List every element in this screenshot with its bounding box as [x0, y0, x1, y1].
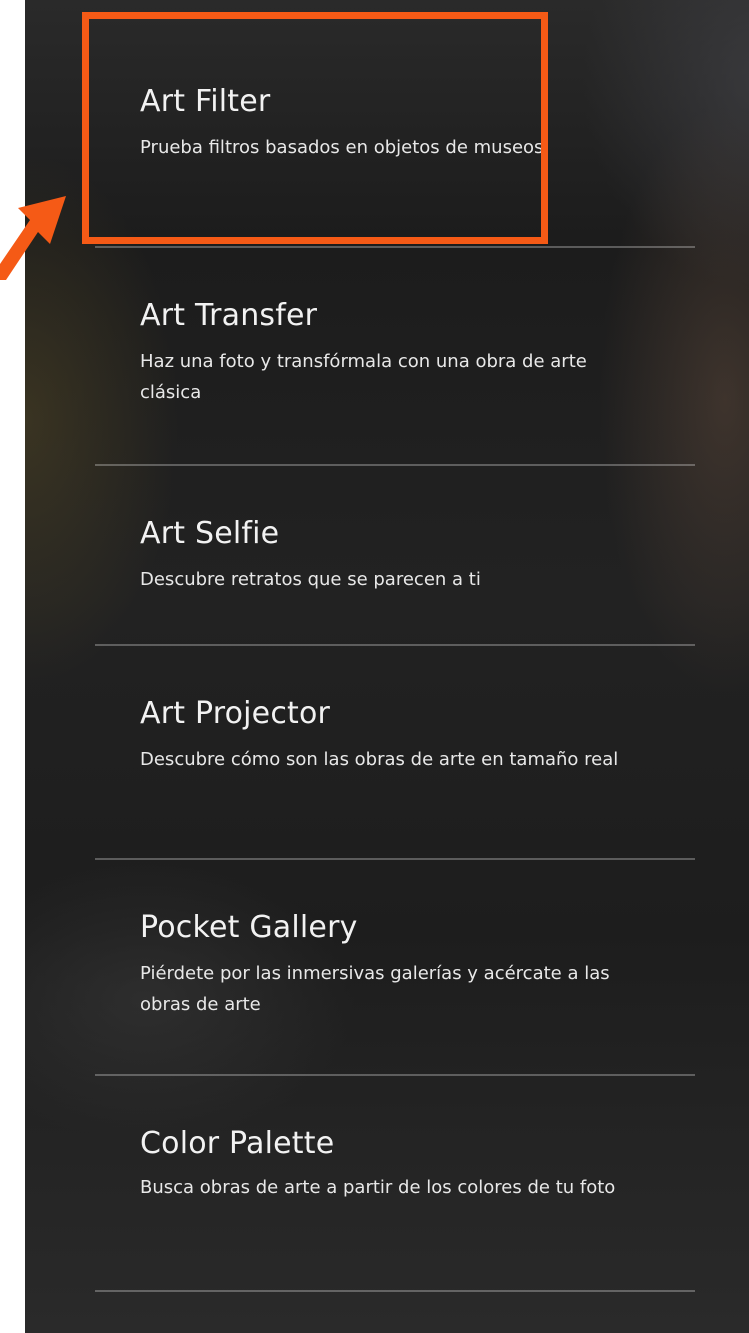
- menu-item-title: Art Filter: [140, 84, 271, 119]
- menu-item-description: Piérdete por las inmersivas galerías y a…: [140, 963, 610, 1015]
- menu-item-title: Color Palette: [140, 1126, 335, 1161]
- menu-item-pocket-gallery[interactable]: Pocket Gallery Piérdete por las inmersiv…: [95, 860, 695, 1076]
- menu-item-title: Art Transfer: [140, 298, 318, 333]
- menu-item-title: Art Selfie: [140, 516, 280, 551]
- app-screen: Art Filter Prueba filtros basados en obj…: [25, 0, 749, 1333]
- menu-item-description: Prueba filtros basados en objetos de mus…: [140, 137, 544, 158]
- menu-item-description: Descubre cómo son las obras de arte en t…: [140, 749, 619, 770]
- menu-item-title: Pocket Gallery: [140, 910, 358, 945]
- menu-item-art-transfer[interactable]: Art Transfer Haz una foto y transfórmala…: [95, 248, 695, 466]
- menu-item-description: Haz una foto y transfórmala con una obra…: [140, 351, 587, 403]
- menu-item-color-palette[interactable]: Color Palette Busca obras de arte a part…: [95, 1076, 695, 1292]
- menu-item-art-projector[interactable]: Art Projector Descubre cómo son las obra…: [95, 646, 695, 860]
- menu-item-title: Art Projector: [140, 696, 331, 731]
- menu-item-art-selfie[interactable]: Art Selfie Descubre retratos que se pare…: [95, 466, 695, 646]
- feature-menu: Art Filter Prueba filtros basados en obj…: [95, 0, 695, 1292]
- menu-item-description: Busca obras de arte a partir de los colo…: [140, 1177, 616, 1198]
- menu-item-description: Descubre retratos que se parecen a ti: [140, 569, 481, 590]
- menu-item-art-filter[interactable]: Art Filter Prueba filtros basados en obj…: [95, 0, 695, 248]
